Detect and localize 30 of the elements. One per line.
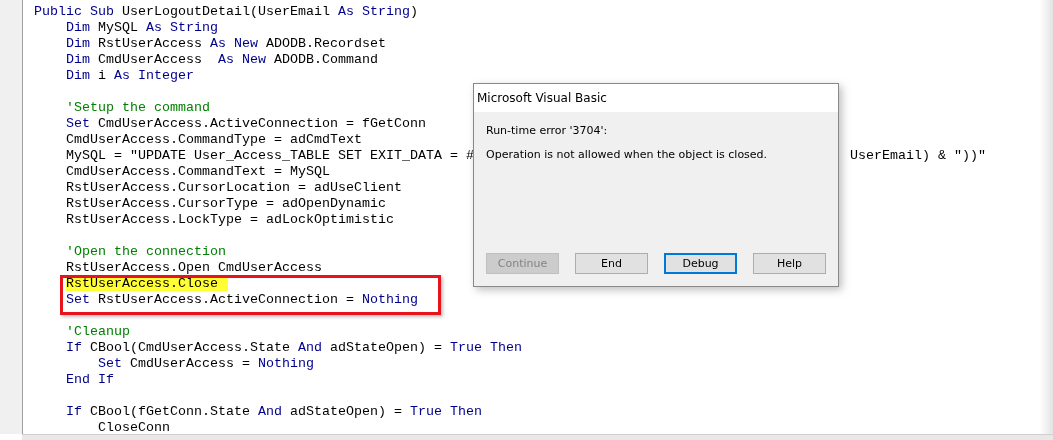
code-line: Set RstUserAccess.ActiveConnection = Nothing: [65, 292, 418, 308]
code-line: Public Sub UserLogoutDetail(UserEmail As String): [34, 4, 418, 20]
code-line: RstUserAccess.CursorLocation = adUseClient: [65, 180, 402, 196]
code-line: Dim RstUserAccess As New ADODB.Recordset: [65, 36, 386, 52]
code-line: Dim CmdUserAccess As New ADODB.Command: [65, 52, 378, 68]
code-line: RstUserAccess.LockType = adLockOptimistic: [65, 212, 394, 228]
code-line: Set CmdUserAccess = Nothing: [97, 356, 314, 372]
code-line: CloseConn: [97, 420, 170, 436]
code-line: MySQL = "UPDATE User_Access_TABLE SET EXIT_DATA = #: [65, 148, 474, 164]
code-line: End If: [65, 372, 114, 388]
code-line: If CBool(fGetConn.State And adStateOpen) = True Then: [65, 404, 482, 420]
code-line: Set CmdUserAccess.ActiveConnection = fGetConn: [65, 116, 426, 132]
code-line: RstUserAccess.CursorType = adOpenDynamic: [65, 196, 386, 212]
code-line: Dim i As Integer: [65, 68, 194, 84]
dialog-title: Microsoft Visual Basic: [474, 84, 838, 112]
dialog-button[interactable]: Help: [753, 253, 826, 274]
code-line: 'Cleanup: [65, 324, 130, 340]
error-text: Run-time error '3704':: [486, 124, 609, 137]
code-line: 'Setup the command: [65, 100, 210, 116]
code-line: CmdUserAccess.CommandType = adCmdText: [65, 132, 362, 148]
code-line: Dim MySQL As String: [65, 20, 218, 36]
dialog-button[interactable]: End: [575, 253, 648, 274]
code-line: If CBool(CmdUserAccess.State And adStateOpen) = True Then: [65, 340, 522, 356]
error-message: Operation is not allowed when the object is closed.: [486, 148, 769, 161]
horizontal-scrollbar[interactable]: [22, 434, 1053, 440]
code-line: UserEmail) & "))": [850, 148, 986, 164]
code-line: CmdUserAccess.CommandText = MySQL: [65, 164, 330, 180]
dialog-button[interactable]: Debug: [664, 253, 737, 274]
code-line: 'Open the connection: [65, 244, 226, 260]
code-line: RstUserAccess.Open CmdUserAccess: [65, 260, 322, 276]
